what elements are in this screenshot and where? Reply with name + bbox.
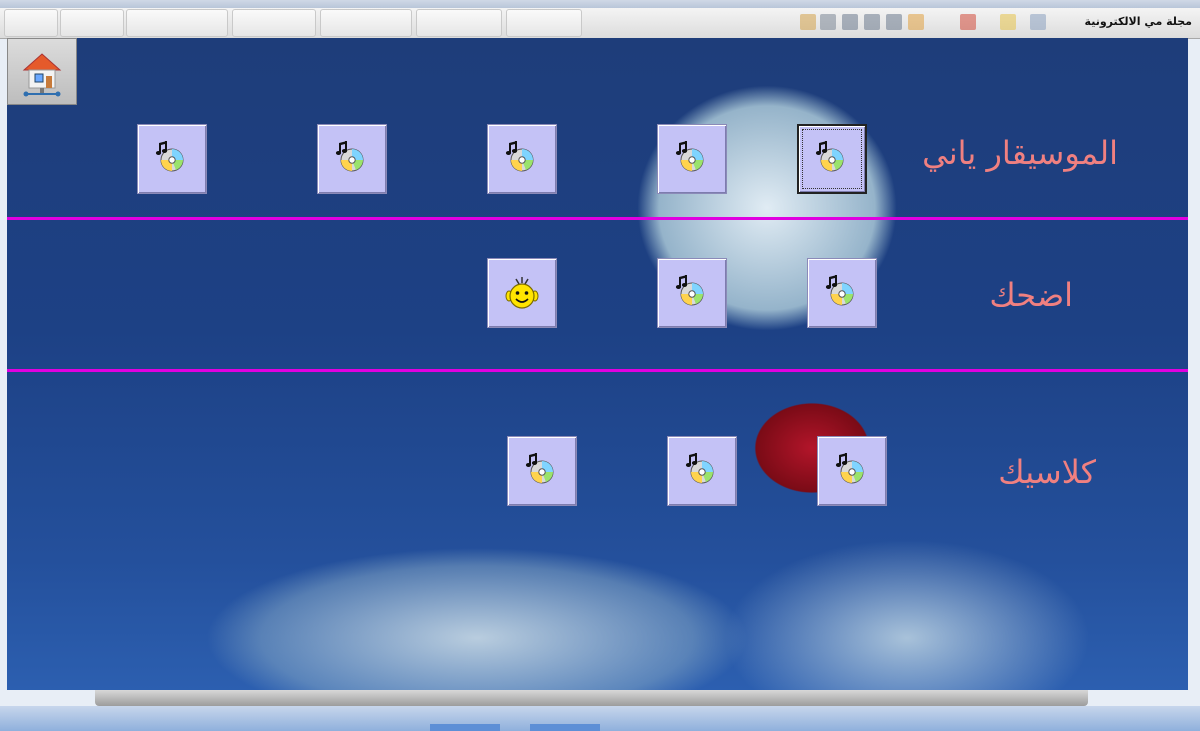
music-button[interactable] bbox=[657, 124, 727, 194]
top-strip bbox=[0, 0, 1200, 8]
title-bar: مجلة مي الالكترونية bbox=[0, 8, 1200, 39]
ribbon-tab bbox=[60, 9, 124, 37]
music-button[interactable] bbox=[317, 124, 387, 194]
ribbon-tab bbox=[506, 9, 582, 37]
taskbar-item bbox=[430, 724, 500, 731]
music-button[interactable] bbox=[137, 124, 207, 194]
music-button-focused[interactable] bbox=[797, 124, 867, 194]
toolbar-icon bbox=[864, 14, 880, 30]
music-cd-icon bbox=[685, 452, 714, 484]
music-cd-icon bbox=[155, 140, 184, 172]
laugh-music-button[interactable] bbox=[807, 258, 877, 328]
ribbon-tab bbox=[416, 9, 502, 37]
toolbar-icon bbox=[800, 14, 816, 30]
ribbon-tab bbox=[232, 9, 316, 37]
home-button[interactable] bbox=[7, 38, 77, 105]
classic-button[interactable] bbox=[507, 436, 577, 506]
frame-shadow bbox=[95, 690, 1088, 706]
music-cd-icon bbox=[675, 274, 704, 306]
toolbar-icon bbox=[960, 14, 976, 30]
music-cd-icon bbox=[335, 140, 364, 172]
music-cd-icon bbox=[525, 452, 554, 484]
ribbon-tab bbox=[4, 9, 58, 37]
taskbar-item bbox=[530, 724, 600, 731]
main-form: الموسيقار ياني اضحك كلاسيك bbox=[7, 38, 1188, 690]
music-cd-icon bbox=[675, 140, 704, 172]
toolbar-icon bbox=[1000, 14, 1016, 30]
music-cd-icon bbox=[815, 140, 844, 172]
row-label-yanni: الموسيقار ياني bbox=[922, 134, 1118, 172]
row-label-classic: كلاسيك bbox=[998, 453, 1096, 491]
classic-button[interactable] bbox=[667, 436, 737, 506]
laugh-button[interactable] bbox=[487, 258, 557, 328]
ribbon-tab bbox=[320, 9, 412, 37]
toolbar-icon bbox=[1030, 14, 1046, 30]
smiley-face-icon bbox=[505, 277, 539, 309]
toolbar-icon bbox=[842, 14, 858, 30]
home-network-icon bbox=[22, 52, 62, 96]
music-cd-icon bbox=[505, 140, 534, 172]
music-cd-icon bbox=[835, 452, 864, 484]
row-divider bbox=[7, 217, 1188, 220]
row-label-laugh: اضحك bbox=[989, 276, 1073, 314]
classic-button[interactable] bbox=[817, 436, 887, 506]
toolbar-icon bbox=[886, 14, 902, 30]
ribbon-tab bbox=[126, 9, 228, 37]
row-divider bbox=[7, 369, 1188, 372]
toolbar-icon bbox=[908, 14, 924, 30]
toolbar-icon bbox=[820, 14, 836, 30]
laugh-music-button[interactable] bbox=[657, 258, 727, 328]
music-cd-icon bbox=[825, 274, 854, 306]
music-button[interactable] bbox=[487, 124, 557, 194]
desktop-band bbox=[0, 706, 1200, 731]
window-title: مجلة مي الالكترونية bbox=[1084, 15, 1192, 28]
